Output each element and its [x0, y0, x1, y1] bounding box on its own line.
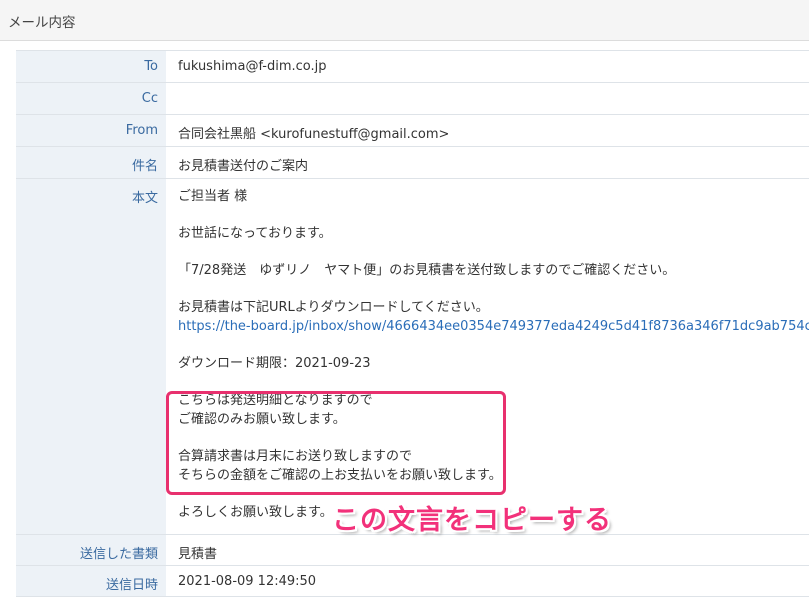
row-documents: 送信した書類 見積書 [16, 534, 809, 566]
body-line-deadline: ダウンロード期限：2021-09-23 [178, 356, 371, 371]
panel-header: メール内容 [0, 0, 809, 41]
panel-title: メール内容 [8, 15, 76, 31]
cc-value [166, 82, 809, 115]
to-label: To [16, 50, 166, 83]
subject-label: 件名 [16, 146, 166, 179]
row-from: From 合同会社黒船 <kurofunestuff@gmail.com> [16, 114, 809, 147]
body-label: 本文 [16, 178, 166, 535]
from-label: From [16, 114, 166, 147]
documents-label: 送信した書類 [16, 534, 166, 566]
row-cc: Cc [16, 82, 809, 115]
highlight-box [166, 391, 506, 495]
cc-label: Cc [16, 82, 166, 115]
row-sent-at: 送信日時 2021-08-09 12:49:50 [16, 565, 809, 597]
from-value: 合同会社黒船 <kurofunestuff@gmail.com> [166, 114, 809, 147]
subject-value: お見積書送付のご案内 [166, 146, 809, 179]
to-value: fukushima@f-dim.co.jp [166, 50, 809, 83]
row-subject: 件名 お見積書送付のご案内 [16, 146, 809, 179]
sent-at-label: 送信日時 [16, 565, 166, 597]
documents-value: 見積書 [166, 534, 809, 566]
download-link[interactable]: https://the-board.jp/inbox/show/4666434e… [178, 317, 809, 336]
body-line-greeting: お世話になっております。 [178, 226, 332, 241]
row-to: To fukushima@f-dim.co.jp [16, 50, 809, 83]
callout-annotation: この文言をコピーする [332, 505, 612, 536]
body-line-salutation: ご担当者 様 [178, 189, 248, 204]
body-line-download-instruction: お見積書は下記URLよりダウンロードしてください。 [178, 300, 489, 315]
body-line-notice: 「7/28発送 ゆずリノ ヤマト便」のお見積書を送付致しますのでご確認ください。 [178, 263, 676, 278]
sent-at-value: 2021-08-09 12:49:50 [166, 565, 809, 597]
